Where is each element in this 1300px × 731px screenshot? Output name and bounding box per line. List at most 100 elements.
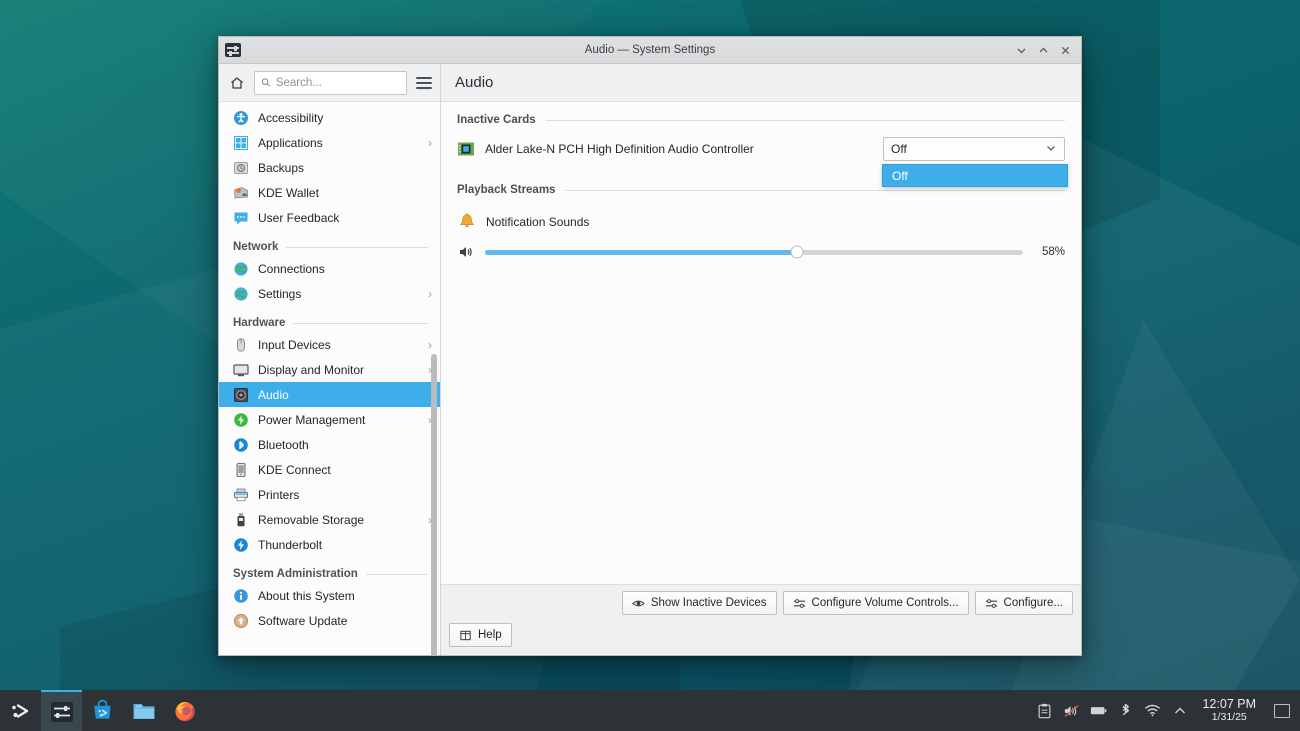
card-profile-combobox[interactable]: Off Off [882, 137, 1068, 187]
sidebar-item-label: Bluetooth [258, 437, 309, 452]
sidebar-item-user-feedback[interactable]: User Feedback [219, 205, 440, 230]
sidebar-item-printers[interactable]: Printers [219, 482, 440, 507]
globe-icon [233, 261, 249, 277]
sidebar-item-connections[interactable]: Connections [219, 256, 440, 281]
clipboard-icon[interactable] [1036, 702, 1053, 719]
chevron-right-icon: › [428, 135, 432, 150]
wifi-icon[interactable] [1144, 702, 1161, 719]
sidebar-item-label: KDE Wallet [258, 185, 319, 200]
home-icon[interactable] [227, 73, 247, 93]
sidebar-item-thunderbolt[interactable]: Thunderbolt [219, 532, 440, 557]
window-title: Audio — System Settings [584, 44, 716, 56]
minimize-icon[interactable] [1011, 40, 1031, 60]
sidebar-item-network-settings[interactable]: Settings › [219, 281, 440, 306]
volume-percent-label: 58% [1041, 246, 1065, 258]
sidebar-item-label: Printers [258, 487, 300, 502]
search-input-wrapper[interactable] [254, 70, 407, 95]
chevron-down-icon [1045, 142, 1057, 157]
sidebar-item-about-this-system[interactable]: About this System [219, 583, 440, 608]
sidebar-item-label: Backups [258, 160, 305, 175]
sidebar-item-kde-connect[interactable]: KDE Connect [219, 457, 440, 482]
kde-launcher-icon[interactable] [0, 690, 41, 731]
help-button[interactable]: Help [449, 623, 512, 647]
thunderbolt-icon [233, 537, 249, 553]
chevron-up-icon[interactable] [1171, 702, 1188, 719]
sidebar-item-bluetooth[interactable]: Bluetooth [219, 432, 440, 457]
taskbar: 12:07 PM 1/31/25 [0, 690, 1300, 731]
sidebar-item-power-management[interactable]: Power Management › [219, 407, 440, 432]
sidebar-item-label: User Feedback [258, 210, 340, 225]
inactive-card-name: Alder Lake-N PCH High Definition Audio C… [485, 142, 754, 156]
chevron-right-icon: › [428, 337, 432, 352]
close-icon[interactable] [1055, 40, 1075, 60]
feedback-icon [233, 210, 249, 226]
sidebar-item-kde-wallet[interactable]: KDE Wallet [219, 180, 440, 205]
clock-date: 1/31/25 [1211, 710, 1247, 723]
card-profile-dropdown-popup[interactable]: Off [882, 164, 1068, 187]
taskbar-discover-store-icon[interactable] [82, 690, 123, 731]
configure-volume-controls-button[interactable]: Configure Volume Controls... [782, 591, 969, 615]
maximize-icon[interactable] [1033, 40, 1053, 60]
audio-settings-content: Inactive Cards Alder Lake-N PCH High Def… [441, 102, 1081, 584]
sidebar-item-backups[interactable]: Backups [219, 155, 440, 180]
taskbar-system-settings-icon[interactable] [41, 690, 82, 731]
card-profile-selected-value: Off [891, 142, 907, 156]
settings-sidebar: Accessibility Applications › Backups [219, 64, 441, 655]
main-pane: Audio Inactive Cards Alder Lake-N PCH Hi… [441, 64, 1081, 655]
show-desktop-icon[interactable] [1274, 703, 1290, 718]
sidebar-group-system-administration: System Administration [219, 557, 440, 583]
button-label: Configure Volume Controls... [811, 597, 959, 609]
section-title: Playback Streams [457, 184, 556, 196]
globe-icon [233, 286, 249, 302]
sidebar-item-accessibility[interactable]: Accessibility [219, 105, 440, 130]
speaker-icon [233, 387, 249, 403]
sidebar-item-label: Input Devices [258, 337, 331, 352]
sidebar-item-input-devices[interactable]: Input Devices › [219, 332, 440, 357]
search-icon [261, 78, 270, 87]
window-titlebar[interactable]: Audio — System Settings [219, 37, 1081, 64]
sidebar-item-software-update[interactable]: Software Update [219, 608, 440, 633]
system-settings-window: Audio — System Settings Search... Access… [218, 36, 1082, 656]
sidebar-item-audio[interactable]: Audio [219, 382, 440, 407]
sidebar-item-label: Accessibility [258, 110, 324, 125]
sidebar-group-hardware: Hardware [219, 306, 440, 332]
section-header-inactive-cards: Inactive Cards [457, 114, 1065, 126]
phone-icon [233, 462, 249, 478]
sidebar-scrollbar[interactable] [431, 354, 437, 655]
taskbar-dolphin-files-icon[interactable] [123, 690, 164, 731]
sidebar-group-label: System Administration [233, 568, 358, 580]
help-icon [460, 630, 471, 640]
speaker-volume-icon[interactable] [457, 243, 475, 261]
battery-icon[interactable] [1090, 702, 1107, 719]
audio-card-icon [457, 141, 475, 157]
search-input[interactable] [275, 76, 400, 89]
inactive-card-row: Alder Lake-N PCH High Definition Audio C… [457, 136, 1068, 187]
playback-stream-name: Notification Sounds [486, 215, 590, 229]
clock-time: 12:07 PM [1202, 697, 1256, 712]
volume-muted-icon[interactable] [1063, 702, 1080, 719]
sidebar-item-label: Removable Storage [258, 512, 365, 527]
configure-button[interactable]: Configure... [974, 591, 1073, 615]
bluetooth-icon[interactable] [1117, 702, 1134, 719]
update-icon [233, 613, 249, 629]
sidebar-item-removable-storage[interactable]: Removable Storage › [219, 507, 440, 532]
taskbar-firefox-icon[interactable] [164, 690, 205, 731]
hamburger-menu-icon[interactable] [414, 73, 434, 93]
dropdown-option-off[interactable]: Off [883, 165, 1067, 186]
accessibility-icon [233, 110, 249, 126]
sliders-icon [793, 598, 805, 608]
page-title: Audio [455, 74, 494, 91]
volume-slider-handle[interactable] [790, 245, 804, 259]
volume-slider[interactable] [485, 245, 1023, 259]
sidebar-item-label: Power Management [258, 412, 366, 427]
show-inactive-devices-button[interactable]: Show Inactive Devices [621, 591, 777, 615]
usb-drive-icon [233, 512, 249, 528]
sidebar-item-label: Software Update [258, 613, 348, 628]
taskbar-clock[interactable]: 12:07 PM 1/31/25 [1198, 698, 1260, 722]
sidebar-item-label: Settings [258, 286, 302, 301]
sidebar-item-applications[interactable]: Applications › [219, 130, 440, 155]
settings-category-list[interactable]: Accessibility Applications › Backups KDE… [219, 102, 440, 655]
main-footer: Show Inactive Devices Configure Volume C… [441, 584, 1081, 655]
sidebar-item-label: Applications [258, 135, 323, 150]
sidebar-item-display-and-monitor[interactable]: Display and Monitor › [219, 357, 440, 382]
